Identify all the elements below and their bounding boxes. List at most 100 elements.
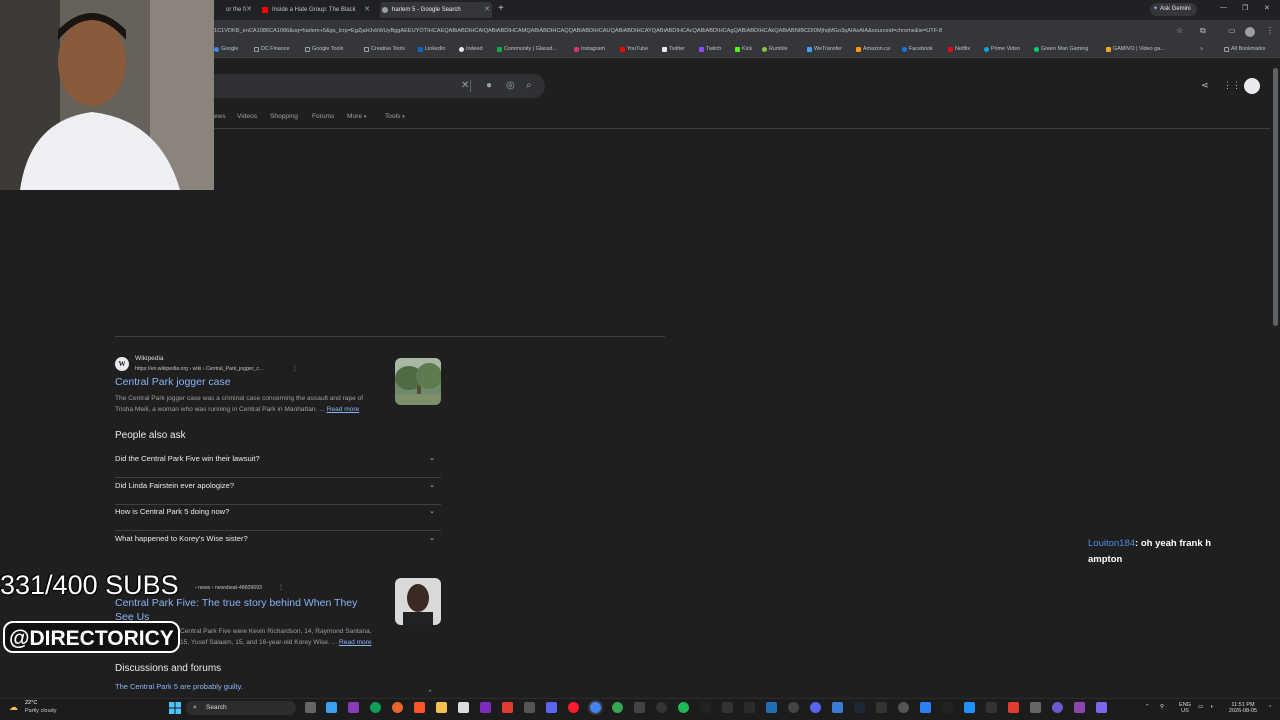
app-icon[interactable] [898,702,909,713]
bookmark-amazon[interactable]: Amazon.ca [856,46,890,52]
lens-icon[interactable]: ◎ [506,80,515,91]
close-icon[interactable]: ✕ [484,2,490,18]
app-icon[interactable] [788,702,799,713]
app-icon[interactable] [326,702,337,713]
notifications-icon[interactable]: ◔ [1268,704,1271,710]
restore-icon[interactable]: ❐ [1242,4,1248,12]
tab-videos[interactable]: Videos [237,113,257,120]
app-icon[interactable] [810,702,821,713]
app-icon[interactable] [634,702,645,713]
tab-more[interactable]: More ▾ [347,113,366,120]
bookmark-star-icon[interactable]: ☆ [1176,26,1183,35]
discussion-link[interactable]: The Central Park 5 are probably guilty. [115,682,243,691]
result-title-link[interactable]: Central Park jogger case [115,376,231,388]
app-icon[interactable] [744,702,755,713]
app-icon[interactable] [964,702,975,713]
sidebar-icon[interactable]: ▭ [1228,26,1236,35]
app-icon[interactable] [766,702,777,713]
bookmark-linkedin[interactable]: LinkedIn [418,46,445,52]
edge-icon[interactable] [370,702,381,713]
bookmark-kick[interactable]: Kick [735,46,752,52]
opera-icon[interactable] [568,702,579,713]
account-avatar[interactable] [1244,78,1260,94]
bookmark-twitter[interactable]: Twitter [662,46,685,52]
new-tab-button[interactable]: + [498,3,504,14]
all-bookmarks-button[interactable]: All Bookmarks [1224,46,1265,52]
firefox-icon[interactable] [392,702,403,713]
bookmark-google-tools[interactable]: Google Tools [305,46,343,52]
task-view-icon[interactable] [305,702,316,713]
result-thumbnail[interactable] [395,578,441,625]
bookmark-creative-tools[interactable]: Creative Tools [364,46,405,52]
discord-icon[interactable] [546,702,557,713]
read-more-link[interactable]: Read more [339,639,372,646]
search-icon[interactable]: ⌕ [526,80,532,91]
taskbar-search[interactable]: ⌕ Search [186,701,296,715]
bookmark-dc-finance[interactable]: DC Finance [254,46,289,52]
volume-icon[interactable]: ◖ [1210,704,1213,710]
ask-gemini-button[interactable]: ✦ Ask Gemini [1150,3,1197,16]
microphone-icon[interactable]: ● [486,80,492,91]
bookmark-netflix[interactable]: Netflix [948,46,970,52]
bookmark-twitch[interactable]: Twitch [699,46,721,52]
network-icon[interactable]: ▭ [1198,704,1203,710]
read-more-link[interactable]: Read more [327,406,360,413]
app-icon[interactable] [348,702,359,713]
close-icon[interactable]: ✕ [364,2,370,18]
paa-question[interactable]: How is Central Park 5 doing now? ⌄ [115,505,441,531]
bookmark-google[interactable]: Google [214,46,238,52]
app-icon[interactable] [1074,702,1085,713]
bookmark-rumble[interactable]: Rumble [762,46,788,52]
brave-icon[interactable] [414,702,425,713]
app-icon[interactable] [832,702,843,713]
bookmark-green-man-gaming[interactable]: Green Man Gaming [1034,46,1088,52]
bookmark-facebook[interactable]: Facebook [902,46,933,52]
bookmark-glassdoor[interactable]: Community | Glassd... [497,46,557,52]
app-icon[interactable] [656,702,667,713]
file-explorer-icon[interactable] [436,702,447,713]
app-icon[interactable] [920,702,931,713]
app-icon[interactable] [524,702,535,713]
app-icon[interactable] [502,702,513,713]
app-icon[interactable] [1030,702,1041,713]
share-icon[interactable]: ⋖ [1201,80,1209,91]
language-indicator[interactable]: ENG US [1176,702,1194,714]
app-icon[interactable] [942,702,953,713]
app-icon[interactable] [986,702,997,713]
steam-icon[interactable] [854,702,865,713]
tab-forums[interactable]: Forums [312,113,334,120]
bookmark-instagram[interactable]: Instagram [574,46,605,52]
app-icon[interactable] [612,702,623,713]
address-bar[interactable]: 1C1VDKB_enCA1086CA1086&oq=harlem+5&gs_lc… [214,25,1164,37]
tab-3[interactable]: harlem 5 - Google Search ✕ [380,2,492,18]
close-icon[interactable]: ✕ [246,2,252,18]
extensions-icon[interactable]: ⧉ [1200,26,1206,36]
more-options-icon[interactable]: ⋮ [278,584,284,591]
menu-icon[interactable]: ⋮ [1266,26,1274,35]
tab-2[interactable]: Inside a Hate Group: The Black ✕ [260,2,372,18]
app-icon[interactable] [1008,702,1019,713]
app-icon[interactable] [480,702,491,713]
app-icon[interactable] [700,702,711,713]
paa-question[interactable]: What happened to Korey's Wise sister? ⌄ [115,532,441,558]
bookmark-wetransfer[interactable]: WeTransfer [807,46,842,52]
scrollbar[interactable] [1273,68,1278,326]
app-icon[interactable] [876,702,887,713]
app-icon[interactable] [722,702,733,713]
apps-grid-icon[interactable]: ⋮⋮ [1223,80,1241,91]
app-icon[interactable] [1096,702,1107,713]
tab-shopping[interactable]: Shopping [270,113,298,120]
close-window-icon[interactable]: ✕ [1264,4,1270,12]
profile-avatar[interactable] [1245,27,1255,37]
paa-question[interactable]: Did the Central Park Five win their laws… [115,452,441,478]
tray-overflow-icon[interactable]: ⌃ [1145,704,1150,710]
tray-app-icon[interactable]: ⚲ [1160,704,1164,710]
chrome-icon[interactable] [590,702,601,713]
bookmark-gamivo[interactable]: GAMIVO | Video ga... [1106,46,1165,52]
clear-icon[interactable]: ✕ [461,80,469,91]
bookmark-prime-video[interactable]: Prime Video [984,46,1020,52]
tab-news[interactable]: ews [214,113,226,120]
weather-icon[interactable]: ☁ [9,702,18,713]
tab-tools[interactable]: Tools ▾ [385,113,405,120]
more-options-icon[interactable]: ⋮ [292,365,298,372]
